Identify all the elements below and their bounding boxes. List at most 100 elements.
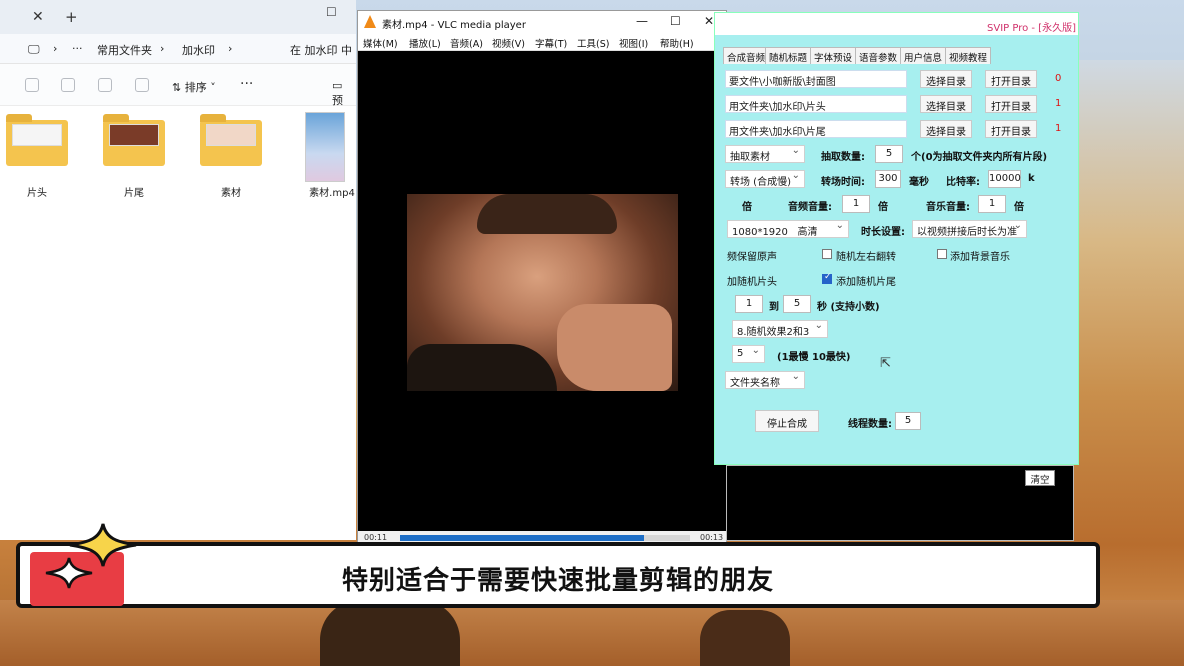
- menu-media[interactable]: 媒体(M): [363, 36, 398, 50]
- tab-user-info[interactable]: 用户信息: [900, 47, 947, 64]
- svip-tab-bar: 合成音频 随机标题 字体预设 语音参数 用户信息 视频教程: [715, 47, 1078, 64]
- tab-close-icon[interactable]: ✕: [32, 9, 44, 25]
- stop-compose-button[interactable]: 停止合成: [755, 410, 819, 432]
- total-time: 00:13: [700, 533, 724, 542]
- computer-icon[interactable]: 🖵: [28, 42, 40, 57]
- cover-path-field[interactable]: 要文件\小咖新版\封面图: [725, 70, 907, 88]
- video-frame[interactable]: [407, 194, 678, 391]
- file-label: 片头: [27, 188, 47, 199]
- elapsed-time: 00:11: [364, 533, 388, 542]
- naming-select[interactable]: 文件夹名称: [725, 371, 805, 389]
- range-to-input[interactable]: 5: [783, 295, 811, 313]
- choose-dir-button[interactable]: 选择目录: [920, 95, 972, 113]
- delete-icon[interactable]: [135, 78, 149, 92]
- tab-video-tutorial[interactable]: 视频教程: [945, 47, 992, 64]
- random-head-label[interactable]: 加随机片头: [727, 273, 777, 288]
- audio-volume-input[interactable]: 1: [842, 195, 870, 213]
- copy-icon[interactable]: [61, 78, 75, 92]
- threads-label: 线程数量:: [848, 419, 892, 430]
- range-unit: 秒 (支持小数): [817, 302, 880, 313]
- add-music-checkbox[interactable]: [937, 249, 947, 259]
- folder-icon: [200, 114, 262, 166]
- maximize-button[interactable]: ☐: [670, 14, 681, 28]
- clear-log-button[interactable]: 清空: [1025, 470, 1055, 486]
- speed-note: (1最慢 10最快): [777, 352, 851, 363]
- grass-background: [0, 600, 1184, 666]
- command-bar: ⇅ 排序 ˅ ··· ▭ 预: [0, 64, 356, 108]
- menu-video[interactable]: 视频(V): [492, 36, 525, 50]
- maximize-icon[interactable]: ☐: [326, 5, 337, 19]
- vlc-cone-icon: [364, 15, 376, 28]
- file-count: 0: [1055, 73, 1062, 84]
- chevron-right-icon: ›: [228, 42, 233, 55]
- menu-tools[interactable]: 工具(S): [577, 36, 609, 50]
- caption-text: 特别适合于需要快速批量剪辑的朋友: [341, 566, 774, 596]
- file-label: 片尾: [124, 188, 144, 199]
- extract-count-input[interactable]: 5: [875, 145, 903, 163]
- extract-note: 个(0为抽取文件夹内所有片段): [911, 152, 1048, 163]
- open-dir-button[interactable]: 打开目录: [985, 70, 1037, 88]
- sort-label: 排序: [184, 81, 207, 94]
- choose-dir-button[interactable]: 选择目录: [920, 70, 972, 88]
- folder-item-tail[interactable]: 片尾: [99, 112, 169, 202]
- preview-button[interactable]: ▭ 预: [332, 79, 356, 108]
- menu-audio[interactable]: 音频(A): [450, 36, 483, 50]
- new-tab-button[interactable]: +: [65, 8, 78, 26]
- menu-help[interactable]: 帮助(H): [660, 36, 694, 50]
- random-tail-checkbox[interactable]: [822, 272, 832, 284]
- bitrate-unit: k: [1028, 173, 1035, 184]
- extract-mode-select[interactable]: 抽取素材: [725, 145, 805, 163]
- seek-slider[interactable]: [400, 535, 690, 541]
- speed-select[interactable]: 5: [732, 345, 765, 363]
- tab-voice-params[interactable]: 语音参数: [855, 47, 902, 64]
- chevron-right-icon: ›: [160, 42, 165, 55]
- breadcrumb-more[interactable]: ···: [72, 42, 83, 55]
- speed-unit: 倍: [742, 202, 752, 213]
- music-volume-unit: 倍: [1014, 202, 1024, 213]
- audio-volume-label: 音频音量:: [788, 202, 832, 213]
- add-music-label: 添加背景音乐: [950, 252, 1010, 263]
- random-flip-checkbox[interactable]: [822, 249, 832, 259]
- extract-count-label: 抽取数量:: [821, 152, 865, 163]
- resolution-value: 1080*1920: [732, 227, 788, 238]
- paste-icon[interactable]: [98, 78, 112, 92]
- menu-view[interactable]: 视图(I): [619, 36, 648, 50]
- folder-icon: [6, 114, 68, 166]
- tab-random-title[interactable]: 随机标题: [765, 47, 812, 64]
- head-path-field[interactable]: 用文件夹\加水印\片头: [725, 95, 907, 113]
- cut-icon[interactable]: [25, 78, 39, 92]
- range-from-input[interactable]: 1: [735, 295, 763, 313]
- menu-subtitle[interactable]: 字幕(T): [535, 36, 567, 50]
- close-button[interactable]: ✕: [704, 14, 714, 28]
- tail-path-field[interactable]: 用文件夹\加水印\片尾: [725, 120, 907, 138]
- open-dir-button[interactable]: 打开目录: [985, 120, 1037, 138]
- transition-time-input[interactable]: 300: [875, 170, 901, 188]
- quality-value: 高清: [797, 227, 818, 238]
- folder-icon: [103, 114, 165, 166]
- folder-item-material[interactable]: 素材: [196, 112, 266, 202]
- duration-select[interactable]: 以视频拼接后时长为准: [912, 220, 1027, 238]
- minimize-button[interactable]: —: [636, 14, 648, 28]
- breadcrumb-common-folder[interactable]: 常用文件夹: [97, 42, 152, 58]
- effect-select[interactable]: 8.随机效果2和3: [732, 320, 828, 338]
- seek-progress: [400, 535, 644, 541]
- threads-input[interactable]: 5: [895, 412, 921, 430]
- choose-dir-button[interactable]: 选择目录: [920, 120, 972, 138]
- open-dir-button[interactable]: 打开目录: [985, 95, 1037, 113]
- duration-label: 时长设置:: [861, 227, 905, 238]
- file-count: 1: [1055, 123, 1062, 134]
- sort-button[interactable]: ⇅ 排序 ˅: [172, 79, 216, 95]
- transition-select[interactable]: 转场 (合成慢): [725, 170, 805, 188]
- menu-playback[interactable]: 播放(L): [409, 36, 441, 50]
- tab-font-preset[interactable]: 字体预设: [810, 47, 857, 64]
- search-input[interactable]: 在 加水印 中: [290, 42, 352, 58]
- breadcrumb-watermark[interactable]: 加水印: [182, 42, 215, 58]
- music-volume-input[interactable]: 1: [978, 195, 1006, 213]
- folder-item-head[interactable]: 片头: [2, 112, 72, 202]
- resolution-select[interactable]: 1080*1920 高清: [727, 220, 849, 238]
- vlc-title: 素材.mp4 - VLC media player: [382, 20, 526, 31]
- keep-audio-label[interactable]: 频保留原声: [727, 248, 777, 263]
- bitrate-input[interactable]: 10000: [988, 170, 1021, 188]
- more-options-button[interactable]: ···: [240, 76, 253, 92]
- tab-compose-audio[interactable]: 合成音频: [723, 47, 770, 64]
